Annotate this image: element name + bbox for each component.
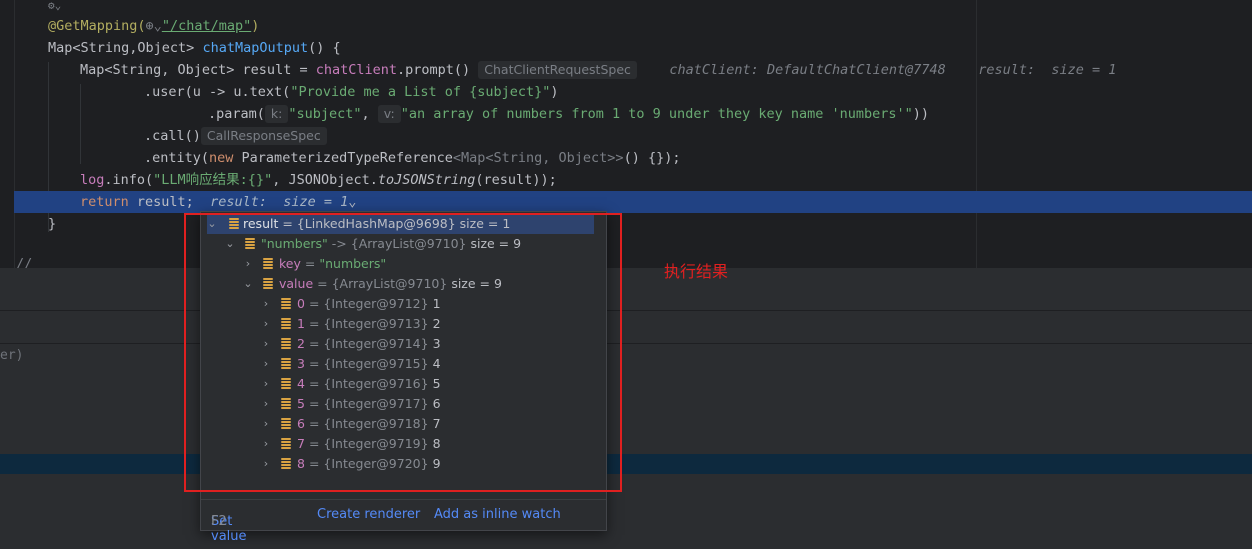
chevron-down-icon[interactable]: ⌄ (243, 274, 253, 294)
variables-panel (0, 372, 1252, 454)
chevron-down-icon[interactable]: ⌄ (225, 234, 235, 254)
selected-variable-row[interactable] (0, 454, 1252, 474)
debug-inline-value[interactable]: result: size = 1 (210, 194, 348, 210)
tree-row-element[interactable]: › 7 = {Integer@9719} 8 (201, 434, 606, 454)
tree-row-element[interactable]: › 2 = {Integer@9714} 3 (201, 334, 606, 354)
chevron-right-icon[interactable]: › (243, 254, 253, 274)
chevron-right-icon: › (263, 317, 269, 330)
chevron-right-icon: › (263, 397, 269, 410)
indent-guide (80, 84, 81, 164)
code-line-10: } (48, 216, 57, 232)
popup-footer: Set value F2 Create renderer Add as inli… (201, 499, 606, 544)
tree-row-element[interactable]: › 3 = {Integer@9715} 4 (201, 354, 606, 374)
current-execution-line[interactable]: return result; result: size = 1⌄ (14, 191, 1252, 213)
annotation-label: 执行结果 (664, 262, 729, 281)
object-field-icon (263, 258, 273, 270)
type-hint: ChatClientRequestSpec (478, 61, 637, 79)
tree-row-numbers[interactable]: ⌄ "numbers" -> {ArrayList@9710} size = 9 (201, 234, 606, 254)
object-field-icon (281, 318, 291, 330)
type-hint: CallResponseSpec (200, 127, 327, 145)
code-line-8: log.info("LLM响应结果:{}", JSONObject.toJSON… (80, 172, 557, 188)
object-field-icon (281, 298, 291, 310)
object-field-icon (245, 238, 255, 250)
gutter-divider (14, 0, 15, 268)
code-line-6: .call() CallResponseSpec (144, 125, 327, 147)
chevron-right-icon: › (263, 437, 269, 450)
chevron-down-icon: ⌄ (348, 194, 357, 210)
chevron-right-icon: › (263, 457, 269, 470)
add-inline-watch-link[interactable]: Add as inline watch (434, 507, 561, 522)
chevron-right-icon: › (263, 377, 269, 390)
code-line-3: Map<String, Object> result = chatClient.… (80, 61, 1117, 79)
tree-row-key[interactable]: › key = "numbers" (201, 254, 606, 274)
param-hint: v: (377, 105, 401, 123)
object-field-icon (281, 338, 291, 350)
code-line-1: @GetMapping(⊕⌄"/chat/map") (48, 18, 260, 34)
frames-header: er) (0, 344, 1252, 372)
tree-row-element[interactable]: › 0 = {Integer@9712} 1 (201, 294, 606, 314)
tree-row-element[interactable]: › 6 = {Integer@9718} 7 (201, 414, 606, 434)
shortcut-key: F2 (211, 514, 227, 529)
chevron-right-icon: › (263, 417, 269, 430)
chevron-right-icon: › (263, 357, 269, 370)
chevron-down-icon[interactable]: ⌄ (207, 214, 217, 234)
tree-row-element[interactable]: › 4 = {Integer@9716} 5 (201, 374, 606, 394)
object-field-icon (281, 438, 291, 450)
mapping-path-link[interactable]: "/chat/map" (162, 18, 251, 34)
create-renderer-link[interactable]: Create renderer (317, 507, 420, 522)
object-field-icon (281, 358, 291, 370)
code-line-2: Map<String,Object> chatMapOutput() { (48, 40, 341, 56)
right-margin-line (976, 0, 977, 268)
param-hint: k: (264, 105, 289, 123)
code-editor[interactable]: ⚙⌄ @GetMapping(⊕⌄"/chat/map") Map<String… (0, 0, 1252, 272)
debug-value-popup[interactable]: ⌄ result = {LinkedHashMap@9698} size = 1… (200, 211, 607, 544)
object-field-icon (229, 218, 239, 230)
object-field-icon (281, 378, 291, 390)
chevron-right-icon: › (263, 337, 269, 350)
variables-panel-lower (0, 474, 1252, 549)
chevron-right-icon: › (263, 297, 269, 310)
tree-row-element[interactable]: › 8 = {Integer@9720} 9 (201, 454, 606, 474)
tree-row-element[interactable]: › 1 = {Integer@9713} 2 (201, 314, 606, 334)
globe-icon: ⊕⌄ (145, 18, 162, 34)
code-line-4: .user(u -> u.text("Provide me a List of … (144, 84, 559, 100)
tree-row-element[interactable]: › 5 = {Integer@9717} 6 (201, 394, 606, 414)
tree-row-result[interactable]: ⌄ result = {LinkedHashMap@9698} size = 1 (207, 214, 594, 234)
object-field-icon (263, 278, 273, 290)
object-field-icon (281, 418, 291, 430)
object-field-icon (281, 458, 291, 470)
code-line-5: .param(k: "subject", v: "an array of numbe… (208, 105, 930, 123)
code-line-marker: ⚙⌄ (48, 0, 62, 12)
code-line-7: .entity(new ParameterizedTypeReference<M… (144, 150, 681, 166)
tree-row-value[interactable]: ⌄ value = {ArrayList@9710} size = 9 (201, 274, 606, 294)
debug-tabs-panel (0, 311, 1252, 344)
debug-inline-value: result: size = 1 (978, 62, 1117, 78)
debug-inline-value: chatClient: DefaultChatClient@7748 (669, 62, 946, 78)
debug-toolbar-panel (0, 268, 1252, 311)
object-field-icon (281, 398, 291, 410)
